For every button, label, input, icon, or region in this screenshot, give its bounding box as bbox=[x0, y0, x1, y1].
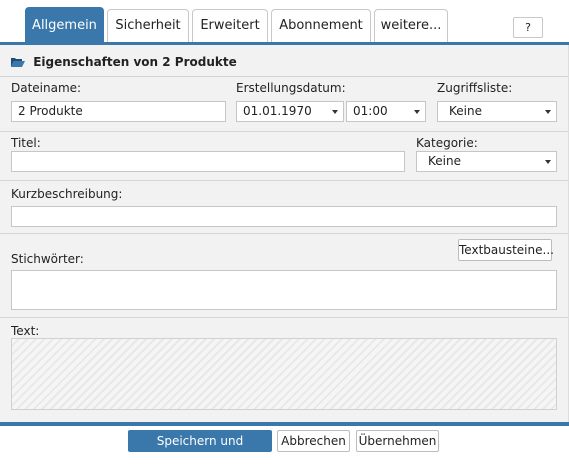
tab-erweitert[interactable]: Erweitert bbox=[192, 9, 268, 42]
keywords-field[interactable] bbox=[11, 270, 557, 310]
created-date-field[interactable]: 01.01.1970 bbox=[236, 101, 344, 122]
save-close-button[interactable]: Speichern und Schließen bbox=[128, 430, 272, 468]
tab-allgemein[interactable]: Allgemein bbox=[25, 7, 104, 42]
help-button[interactable]: ? bbox=[513, 17, 543, 38]
category-select[interactable]: Keine bbox=[416, 151, 557, 172]
tab-abonnement[interactable]: Abonnement bbox=[271, 9, 371, 42]
filename-field[interactable]: 2 Produkte bbox=[11, 101, 226, 122]
properties-panel: Eigenschaften von 2 Produkte Dateiname: … bbox=[0, 45, 569, 422]
text-field bbox=[11, 338, 557, 410]
keywords-label: Stichwörter: bbox=[11, 252, 84, 266]
acl-label: Zugriffsliste: bbox=[437, 81, 513, 95]
acl-value: Keine bbox=[449, 104, 482, 118]
acl-select[interactable]: Keine bbox=[437, 101, 557, 122]
panel-title: Eigenschaften von 2 Produkte bbox=[33, 55, 237, 69]
summary-label: Kurzbeschreibung: bbox=[11, 187, 123, 201]
section-summary: Kurzbeschreibung: bbox=[0, 182, 568, 234]
filename-label: Dateiname: bbox=[11, 81, 82, 95]
tab-bar: Allgemein Sicherheit Erweitert Abonnemen… bbox=[0, 0, 569, 42]
textblocks-button[interactable]: Textbausteine... bbox=[458, 239, 554, 261]
text-label: Text: bbox=[11, 324, 40, 338]
section-basic: Dateiname: 2 Produkte Erstellungsdatum: … bbox=[0, 78, 568, 132]
section-keywords: Textbausteine... Stichwörter: bbox=[0, 235, 568, 318]
created-time-value: 01:00 bbox=[353, 104, 388, 118]
created-label: Erstellungsdatum: bbox=[236, 81, 346, 95]
tab-sicherheit[interactable]: Sicherheit bbox=[107, 9, 189, 42]
footer: Speichern und Schließen Abbrechen Überne… bbox=[0, 426, 569, 468]
panel-header: Eigenschaften von 2 Produkte bbox=[0, 45, 568, 77]
created-time-field[interactable]: 01:00 bbox=[346, 101, 426, 122]
cancel-button[interactable]: Abbrechen bbox=[277, 430, 350, 452]
title-field[interactable] bbox=[11, 151, 405, 172]
folder-open-icon bbox=[11, 58, 25, 67]
chevron-down-icon bbox=[545, 160, 551, 164]
title-label: Titel: bbox=[11, 136, 41, 150]
summary-field[interactable] bbox=[11, 206, 557, 227]
chevron-down-icon bbox=[545, 110, 551, 114]
section-text: Text: bbox=[0, 319, 568, 422]
chevron-down-icon bbox=[332, 110, 338, 114]
apply-button[interactable]: Übernehmen bbox=[356, 430, 439, 452]
section-title: Titel: Kategorie: Keine bbox=[0, 133, 568, 181]
category-value: Keine bbox=[428, 154, 461, 168]
chevron-down-icon bbox=[414, 110, 420, 114]
tab-weitere[interactable]: weitere... bbox=[374, 9, 448, 42]
category-label: Kategorie: bbox=[416, 136, 478, 150]
created-date-value: 01.01.1970 bbox=[243, 104, 312, 118]
